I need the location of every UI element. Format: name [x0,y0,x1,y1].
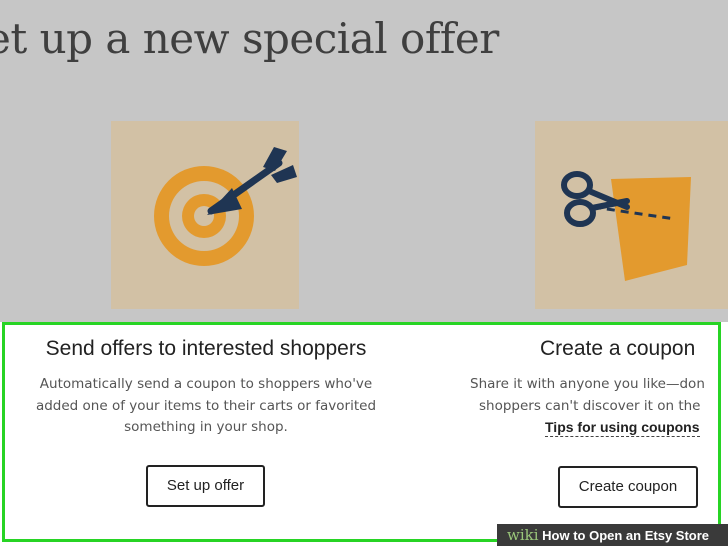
target-illustration-tile [111,121,299,309]
coupon-tips-link[interactable]: Tips for using coupons [545,418,700,437]
coupon-illustration-tile [535,121,728,309]
offer-card-title: Send offers to interested shoppers [45,337,367,360]
target-icon [154,147,297,266]
page-heading: et up a new special offer [0,14,499,63]
description-line: shoppers can't discover it on the [479,397,701,414]
offer-card-description: Automatically send a coupon to shoppers … [0,374,412,439]
description-line: Share it with anyone you like—don [470,376,705,392]
set-up-offer-button[interactable]: Set up offer [146,465,265,507]
coupon-card-description: Share it with anyone you like—don shoppe… [470,374,728,417]
create-coupon-button[interactable]: Create coupon [558,466,698,508]
watermark-title: How to Open an Etsy Store [542,528,710,543]
dimmed-header-area: et up a new special offer [0,0,728,322]
description-line: Automatically send a coupon to shoppers … [39,376,373,392]
description-line: added one of your items to their carts o… [35,397,377,414]
watermark-wiki-logo: wiki [507,526,539,544]
coupon-card-title: Create a coupon [540,337,696,360]
scissors-coupon-icon [561,171,691,281]
watermark-banner: wiki How to Open an Etsy Store [497,524,728,546]
offer-card: Send offers to interested shoppers Autom… [0,330,412,439]
description-line: something in your shop. [124,419,288,435]
